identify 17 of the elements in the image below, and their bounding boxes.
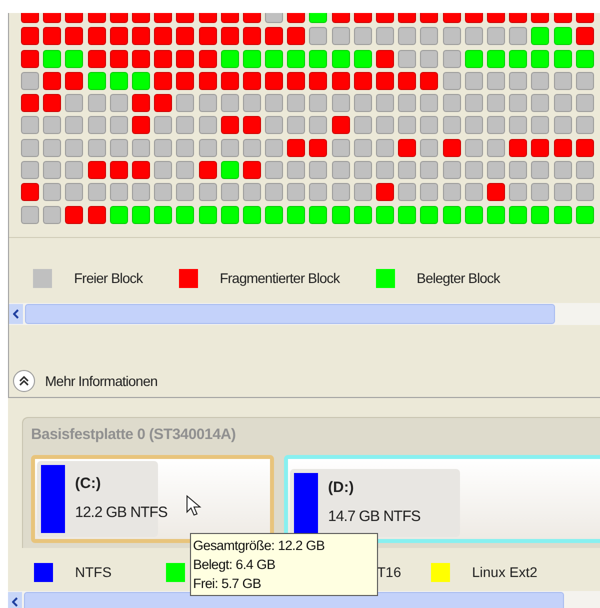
legend-label: T16 (377, 563, 402, 582)
tooltip-line: Belegt: 6.4 GB (193, 556, 276, 574)
legend-label: Belegter Block (416, 269, 500, 288)
legend-label: Linux Ext2 (472, 563, 538, 582)
mouse-pointer-icon (186, 495, 202, 517)
legend-label: NTFS (75, 563, 112, 582)
partition-letter: (C:) (75, 474, 102, 494)
more-info-toggle[interactable]: Mehr Informationen (13, 370, 600, 392)
partition-size: 12.2 GB NTFS (75, 502, 168, 522)
legend-label: Fragmentierter Block (220, 269, 340, 288)
partition-letter: (D:) (328, 478, 355, 498)
scroll-thumb[interactable] (25, 304, 555, 324)
disk-title: Basisfestplatte 0 (ST340014A) (31, 425, 237, 445)
partition-size: 14.7 GB NTFS (328, 506, 420, 526)
legend-label: Freier Block (74, 269, 143, 288)
horizontal-scrollbar[interactable] (9, 303, 600, 325)
tooltip-line: Frei: 5.7 GB (193, 575, 262, 593)
